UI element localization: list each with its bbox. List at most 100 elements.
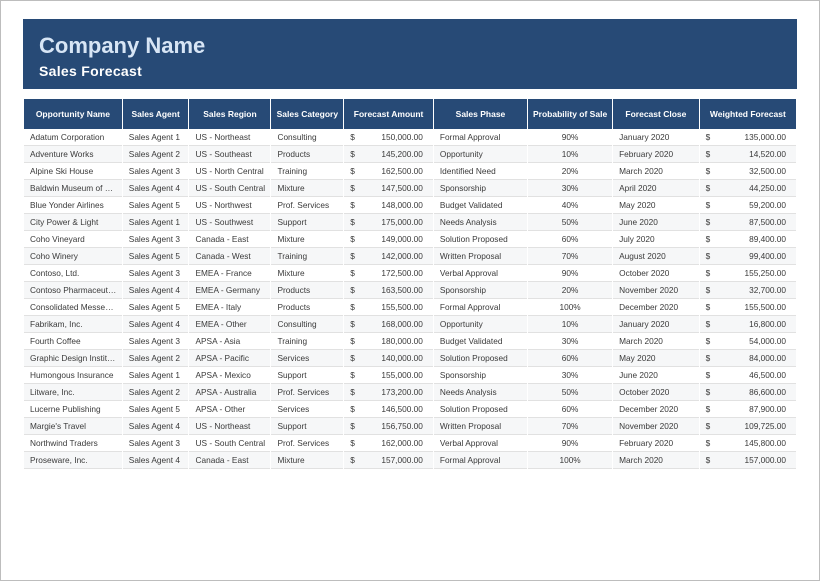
cell-phase: Sponsorship	[434, 180, 527, 197]
table-row: City Power & LightSales Agent 1US - Sout…	[24, 214, 796, 231]
cell-category: Consulting	[271, 129, 343, 146]
cell-weighted-value: 155,250.00	[704, 268, 792, 278]
cell-category: Products	[271, 146, 343, 163]
cell-weighted-value: 87,900.00	[704, 404, 792, 414]
cell-opportunity: Fourth Coffee	[24, 333, 122, 350]
currency-symbol: $	[706, 404, 711, 414]
cell-amount: $156,750.00	[344, 418, 433, 435]
cell-amount-value: 162,500.00	[348, 166, 429, 176]
col-header-probability: Probability of Sale	[528, 99, 612, 129]
cell-amount: $147,500.00	[344, 180, 433, 197]
cell-close: February 2020	[613, 435, 699, 452]
cell-weighted-value: 16,800.00	[704, 319, 792, 329]
cell-phase: Solution Proposed	[434, 231, 527, 248]
cell-category: Mixture	[271, 265, 343, 282]
cell-phase: Sponsorship	[434, 282, 527, 299]
cell-amount: $142,000.00	[344, 248, 433, 265]
currency-symbol: $	[706, 251, 711, 261]
cell-weighted: $155,250.00	[700, 265, 796, 282]
cell-weighted: $87,900.00	[700, 401, 796, 418]
cell-agent: Sales Agent 5	[123, 299, 189, 316]
currency-symbol: $	[350, 404, 355, 414]
cell-region: US - North Central	[189, 163, 270, 180]
cell-region: EMEA - Germany	[189, 282, 270, 299]
cell-close: January 2020	[613, 316, 699, 333]
currency-symbol: $	[706, 200, 711, 210]
cell-region: APSA - Asia	[189, 333, 270, 350]
cell-category: Support	[271, 418, 343, 435]
cell-amount-value: 156,750.00	[348, 421, 429, 431]
col-header-amount: Forecast Amount	[344, 99, 433, 129]
cell-category: Support	[271, 214, 343, 231]
cell-amount: $163,500.00	[344, 282, 433, 299]
cell-agent: Sales Agent 3	[123, 333, 189, 350]
currency-symbol: $	[706, 455, 711, 465]
cell-agent: Sales Agent 3	[123, 265, 189, 282]
cell-agent: Sales Agent 1	[123, 129, 189, 146]
cell-close: November 2020	[613, 282, 699, 299]
cell-region: APSA - Pacific	[189, 350, 270, 367]
cell-region: US - Northwest	[189, 197, 270, 214]
cell-weighted: $145,800.00	[700, 435, 796, 452]
cell-weighted: $46,500.00	[700, 367, 796, 384]
table-row: Proseware, Inc.Sales Agent 4Canada - Eas…	[24, 452, 796, 469]
cell-region: US - Southeast	[189, 146, 270, 163]
table-row: Adventure WorksSales Agent 2US - Southea…	[24, 146, 796, 163]
table-row: Lucerne PublishingSales Agent 5APSA - Ot…	[24, 401, 796, 418]
currency-symbol: $	[350, 149, 355, 159]
cell-region: US - Southwest	[189, 214, 270, 231]
cell-weighted-value: 46,500.00	[704, 370, 792, 380]
cell-amount-value: 180,000.00	[348, 336, 429, 346]
currency-symbol: $	[706, 268, 711, 278]
cell-probability: 50%	[528, 214, 612, 231]
cell-category: Mixture	[271, 452, 343, 469]
cell-weighted-value: 54,000.00	[704, 336, 792, 346]
cell-amount: $157,000.00	[344, 452, 433, 469]
cell-amount-value: 175,000.00	[348, 217, 429, 227]
cell-opportunity: Consolidated Messenger	[24, 299, 122, 316]
cell-region: US - Northeast	[189, 418, 270, 435]
currency-symbol: $	[350, 302, 355, 312]
cell-amount-value: 149,000.00	[348, 234, 429, 244]
cell-opportunity: Adatum Corporation	[24, 129, 122, 146]
cell-opportunity: Blue Yonder Airlines	[24, 197, 122, 214]
sales-forecast-table: Opportunity Name Sales Agent Sales Regio…	[23, 99, 797, 469]
table-row: Fabrikam, Inc.Sales Agent 4EMEA - OtherC…	[24, 316, 796, 333]
cell-phase: Opportunity	[434, 316, 527, 333]
currency-symbol: $	[350, 251, 355, 261]
cell-phase: Formal Approval	[434, 299, 527, 316]
cell-amount-value: 162,000.00	[348, 438, 429, 448]
currency-symbol: $	[706, 234, 711, 244]
cell-agent: Sales Agent 5	[123, 401, 189, 418]
cell-opportunity: Baldwin Museum of Science	[24, 180, 122, 197]
currency-symbol: $	[706, 353, 711, 363]
cell-opportunity: Northwind Traders	[24, 435, 122, 452]
cell-region: US - South Central	[189, 435, 270, 452]
cell-close: March 2020	[613, 333, 699, 350]
cell-amount: $145,200.00	[344, 146, 433, 163]
cell-probability: 100%	[528, 299, 612, 316]
cell-amount-value: 173,200.00	[348, 387, 429, 397]
table-row: Northwind TradersSales Agent 3US - South…	[24, 435, 796, 452]
cell-phase: Formal Approval	[434, 452, 527, 469]
cell-close: February 2020	[613, 146, 699, 163]
cell-phase: Needs Analysis	[434, 384, 527, 401]
cell-agent: Sales Agent 3	[123, 435, 189, 452]
cell-weighted: $32,500.00	[700, 163, 796, 180]
currency-symbol: $	[350, 455, 355, 465]
cell-probability: 20%	[528, 163, 612, 180]
cell-amount-value: 142,000.00	[348, 251, 429, 261]
cell-close: March 2020	[613, 452, 699, 469]
cell-agent: Sales Agent 3	[123, 163, 189, 180]
cell-weighted-value: 84,000.00	[704, 353, 792, 363]
cell-opportunity: Margie's Travel	[24, 418, 122, 435]
cell-amount: $155,500.00	[344, 299, 433, 316]
cell-probability: 90%	[528, 435, 612, 452]
cell-weighted-value: 109,725.00	[704, 421, 792, 431]
cell-region: EMEA - Other	[189, 316, 270, 333]
cell-probability: 30%	[528, 333, 612, 350]
cell-agent: Sales Agent 2	[123, 384, 189, 401]
cell-weighted: $135,000.00	[700, 129, 796, 146]
cell-weighted-value: 135,000.00	[704, 132, 792, 142]
currency-symbol: $	[350, 421, 355, 431]
